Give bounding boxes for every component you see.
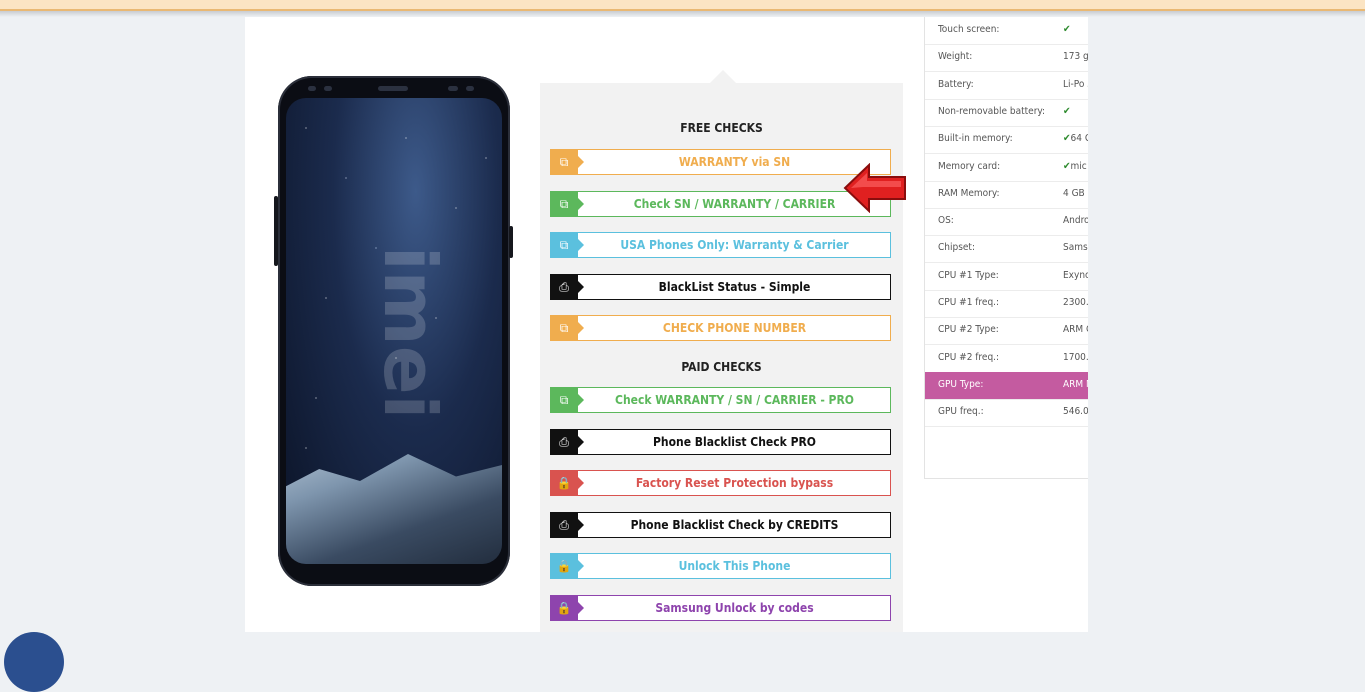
spec-row: Touch screen: ✔ bbox=[925, 17, 1088, 45]
phone-image: imei bbox=[274, 76, 513, 586]
check-label: BlackList Status - Simple bbox=[658, 279, 811, 294]
tag-icon: ⧉ bbox=[550, 190, 584, 217]
browser-top-bar bbox=[0, 0, 1365, 11]
spec-value: Exynos bbox=[1063, 269, 1088, 281]
paid-check-button[interactable]: ⎙ Phone Blacklist Check by CREDITS bbox=[550, 511, 891, 538]
panel-caret bbox=[710, 70, 736, 83]
paid-checks-title: PAID CHECKS bbox=[681, 360, 762, 374]
spec-row: OS: Androi bbox=[925, 208, 1088, 237]
check-mark-icon: ✔ bbox=[1063, 133, 1071, 145]
spec-row: Memory card: ✔mic bbox=[925, 154, 1088, 182]
spec-key: CPU #1 freq.: bbox=[938, 297, 1000, 308]
check-label: Samsung Unlock by codes bbox=[655, 600, 814, 615]
spec-key: Battery: bbox=[938, 78, 974, 90]
spec-value: ARM M bbox=[1063, 378, 1088, 390]
spec-key: Weight: bbox=[938, 51, 973, 63]
tag-icon: ⧉ bbox=[550, 149, 584, 175]
paid-check-button[interactable]: 🔒 Unlock This Phone bbox=[550, 553, 891, 579]
red-arrow-icon bbox=[843, 163, 906, 213]
spec-row: CPU #2 freq.: 1700.0 bbox=[925, 345, 1088, 373]
free-check-button[interactable]: ⧉ Check SN / WARRANTY / CARRIER bbox=[550, 190, 891, 217]
lock-icon: 🔒 bbox=[550, 470, 584, 496]
spec-key: Touch screen: bbox=[938, 24, 1000, 35]
spec-key: CPU #2 freq.: bbox=[938, 351, 1000, 363]
spec-key: Built-in memory: bbox=[938, 133, 1013, 145]
spec-key: GPU Type: bbox=[938, 378, 984, 390]
spec-value: ARM C bbox=[1063, 324, 1088, 336]
spec-value: 1700.0 bbox=[1063, 351, 1088, 363]
spec-row: GPU freq.: 546.0 M bbox=[925, 399, 1088, 428]
lock-icon: 🔒 bbox=[550, 553, 584, 579]
spec-value: 173 g bbox=[1063, 51, 1088, 63]
check-mark-icon: ✔ bbox=[1063, 160, 1071, 172]
phone-screen: imei bbox=[286, 98, 502, 564]
spec-key: GPU freq.: bbox=[938, 406, 984, 418]
paid-check-button[interactable]: 🔒 Factory Reset Protection bypass bbox=[550, 470, 891, 496]
bottom-bar bbox=[0, 632, 1365, 641]
watermark-logo: imei bbox=[368, 246, 452, 420]
spec-key: CPU #1 Type: bbox=[938, 269, 999, 281]
spec-row: CPU #1 Type: Exynos bbox=[925, 263, 1088, 291]
spec-value: Li-Po 3 bbox=[1063, 78, 1088, 90]
page-content: imei FREE CHECKS ⧉ WARRANTY via SN ⧉ Check … bbox=[245, 17, 1088, 632]
spec-value: ✔ bbox=[1063, 17, 1088, 43]
spec-key: CPU #2 Type: bbox=[938, 324, 999, 336]
spec-row: Non-removable battery: ✔ bbox=[925, 99, 1088, 127]
spec-row: Weight: 173 g bbox=[925, 44, 1088, 73]
spec-key: Memory card: bbox=[938, 160, 1001, 172]
specs-table: Touch screen: ✔ Weight: 173 g Battery: Li-Po … bbox=[924, 17, 1088, 479]
spec-value: Samsu bbox=[1063, 242, 1088, 254]
printer-icon: ⎙ bbox=[550, 273, 584, 300]
spec-row: CPU #2 Type: ARM C bbox=[925, 317, 1088, 346]
check-label: USA Phones Only: Warranty & Carrier bbox=[620, 238, 849, 252]
phone-volume-button bbox=[274, 196, 278, 266]
tag-icon: ⧉ bbox=[550, 315, 584, 341]
paid-check-button[interactable]: 🔒 Samsung Unlock by codes bbox=[550, 594, 891, 621]
spec-row: Built-in memory: ✔64 G bbox=[925, 126, 1088, 155]
check-mark-icon: ✔ bbox=[1063, 24, 1071, 35]
phone-sensors bbox=[308, 86, 478, 92]
free-checks-title: FREE CHECKS bbox=[680, 121, 763, 135]
check-label: Unlock This Phone bbox=[678, 559, 791, 573]
paid-check-button[interactable]: ⎙ Phone Blacklist Check PRO bbox=[550, 428, 891, 455]
spec-key: Chipset: bbox=[938, 242, 975, 254]
spec-row: Battery: Li-Po 3 bbox=[925, 72, 1088, 100]
check-label: Phone Blacklist Check PRO bbox=[653, 434, 816, 449]
spec-value: ✔64 G bbox=[1063, 133, 1088, 145]
check-label: Phone Blacklist Check by CREDITS bbox=[630, 517, 839, 532]
spec-row: GPU Type: ARM M bbox=[925, 371, 1088, 400]
spec-key: OS: bbox=[938, 215, 954, 227]
check-label: Factory Reset Protection bypass bbox=[635, 476, 834, 490]
spec-value: ✔ bbox=[1063, 99, 1088, 125]
tag-icon: ⧉ bbox=[550, 387, 584, 413]
spec-row: RAM Memory: 4 GB bbox=[925, 181, 1088, 209]
tag-icon: ⧉ bbox=[550, 232, 584, 258]
paid-check-button[interactable]: ⧉ Check WARRANTY / SN / CARRIER - PRO bbox=[550, 387, 891, 413]
lock-icon: 🔒 bbox=[550, 594, 584, 621]
printer-icon: ⎙ bbox=[550, 428, 584, 455]
phone-side-button bbox=[509, 226, 513, 258]
spec-value: 546.0 M bbox=[1063, 406, 1088, 418]
spec-key: RAM Memory: bbox=[938, 187, 1000, 199]
spec-row: CPU #1 freq.: 2300.0 bbox=[925, 290, 1088, 318]
spec-value: 2300.0 bbox=[1063, 297, 1088, 308]
free-check-button[interactable]: ⧉ USA Phones Only: Warranty & Carrier bbox=[550, 232, 891, 258]
free-check-button[interactable]: ⧉ WARRANTY via SN bbox=[550, 149, 891, 175]
printer-icon: ⎙ bbox=[550, 511, 584, 538]
chat-widget-button[interactable] bbox=[4, 632, 64, 692]
check-label: CHECK PHONE NUMBER bbox=[662, 321, 807, 335]
spec-key: Non-removable battery: bbox=[938, 105, 1046, 117]
spec-value: Androi bbox=[1063, 215, 1088, 227]
check-mark-icon: ✔ bbox=[1063, 105, 1071, 117]
spec-value: ✔mic bbox=[1063, 160, 1087, 172]
free-check-button[interactable]: ⧉ CHECK PHONE NUMBER bbox=[550, 315, 891, 341]
free-check-button[interactable]: ⎙ BlackList Status - Simple bbox=[550, 273, 891, 300]
spec-value: 4 GB bbox=[1063, 187, 1085, 199]
check-label: Check WARRANTY / SN / CARRIER - PRO bbox=[615, 393, 854, 407]
spec-row: Chipset: Samsu bbox=[925, 235, 1088, 264]
